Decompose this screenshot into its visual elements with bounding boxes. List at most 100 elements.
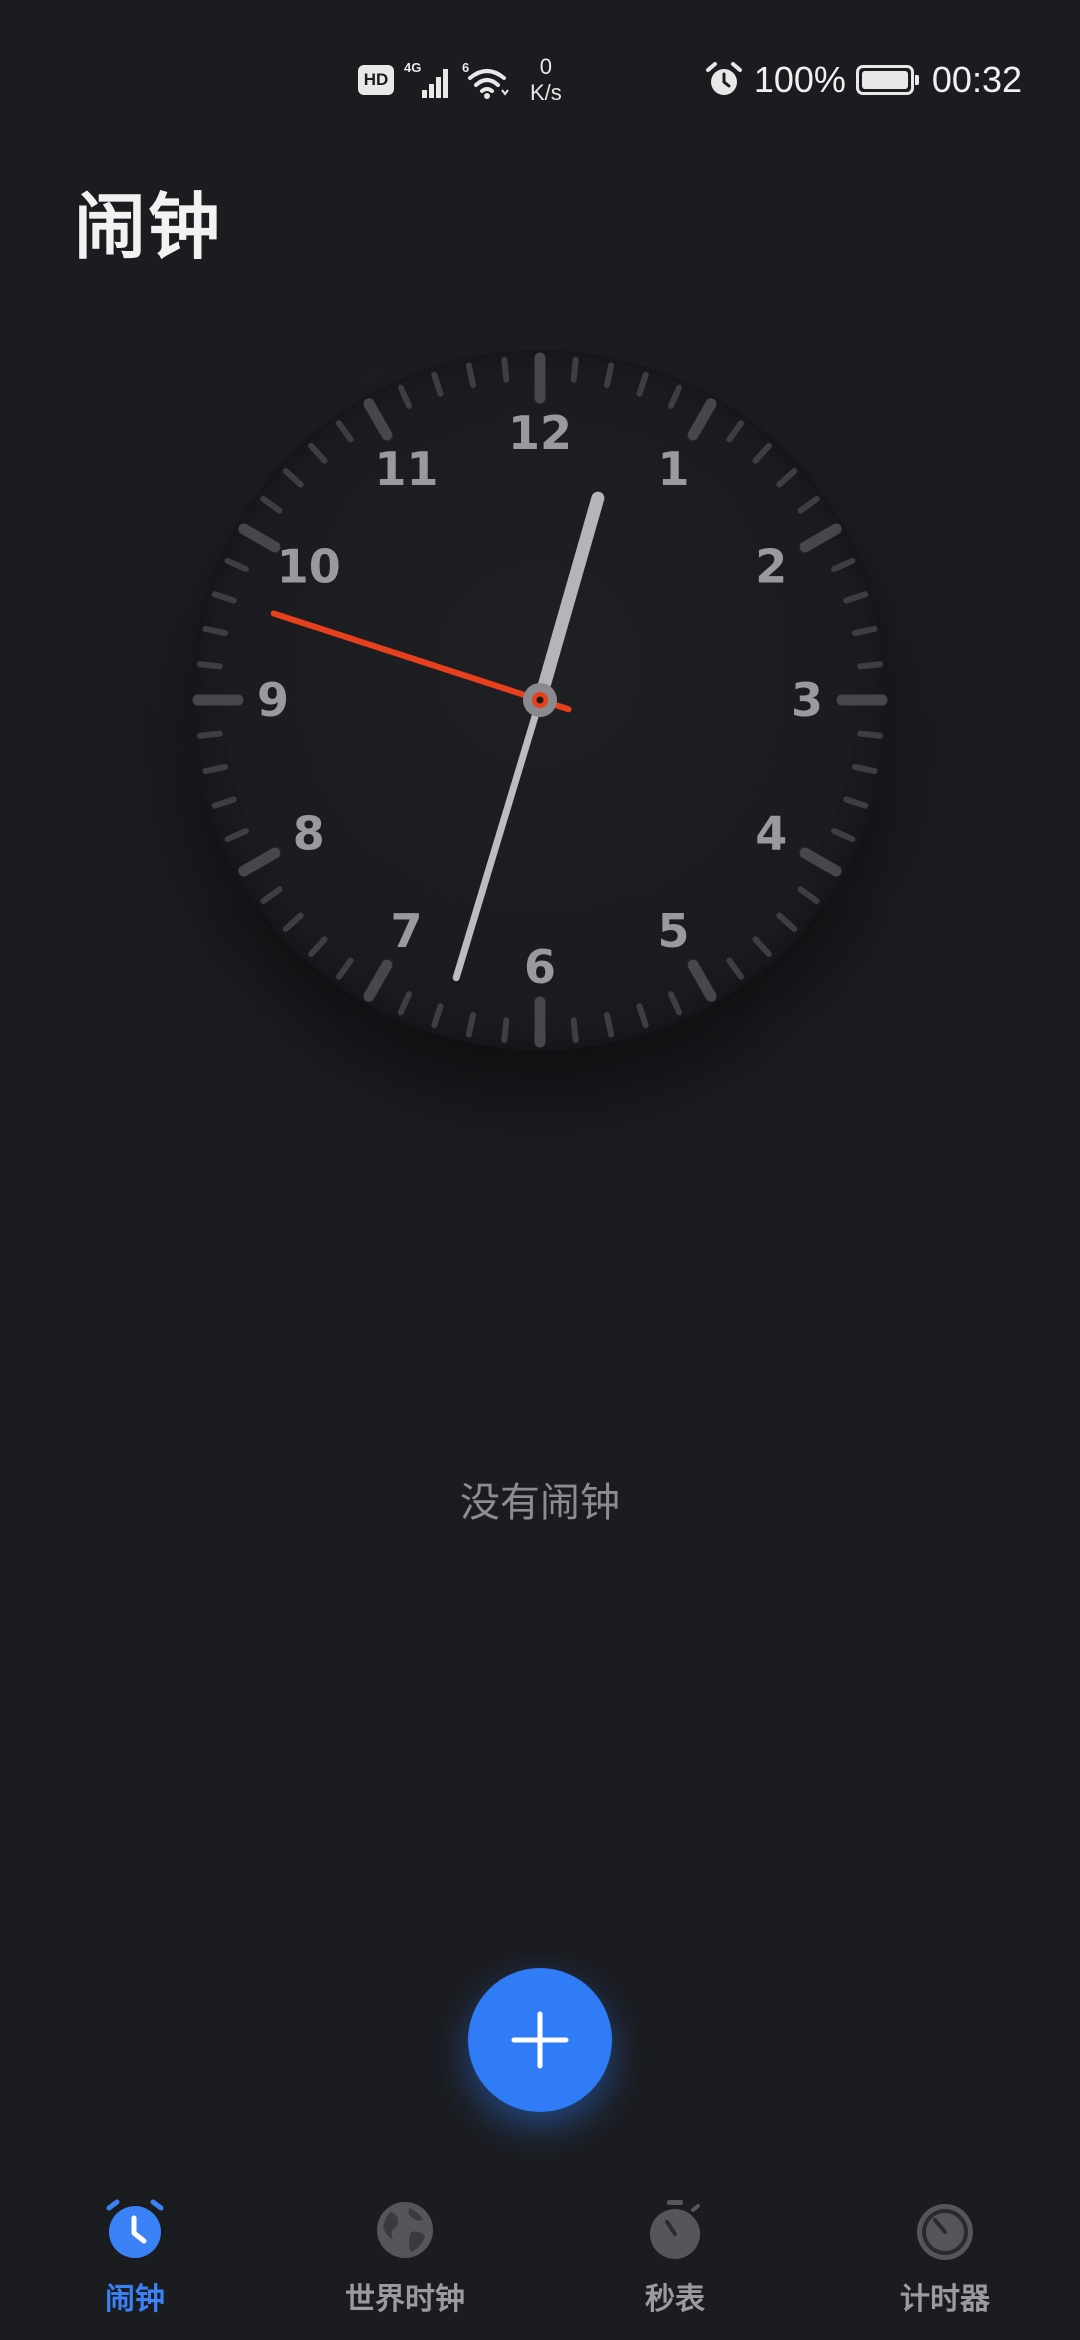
- clock-center-pin: [536, 696, 544, 704]
- minute-tick: [501, 1017, 510, 1044]
- hour-tick: [238, 523, 281, 553]
- minute-tick: [224, 557, 249, 573]
- timer-icon: [917, 2204, 973, 2260]
- minute-tick: [831, 557, 856, 573]
- battery-fill: [861, 71, 908, 89]
- battery-percent: 100%: [753, 59, 846, 100]
- hd-badge: HD: [358, 65, 394, 95]
- minute-tick: [752, 442, 772, 464]
- minute-tick: [397, 384, 413, 409]
- minute-tick: [726, 957, 745, 980]
- hour-tick: [799, 847, 842, 877]
- minute-tick: [465, 362, 477, 389]
- clock-number: 4: [755, 807, 787, 861]
- minute-tick: [603, 362, 615, 389]
- minute-tick: [636, 371, 649, 397]
- tab-world-clock-label: 世界时钟: [345, 2282, 465, 2317]
- clock-dial: 121234567891011: [192, 352, 888, 1048]
- wifi-icon: 6: [462, 60, 509, 99]
- minute-tick: [726, 420, 745, 443]
- analog-clock: 12 1 2 3 4 5 6 7 8 9 10 11: [150, 310, 930, 1090]
- tab-alarm-label: 闹钟: [105, 2282, 165, 2317]
- minute-tick: [196, 730, 223, 739]
- minute-tick: [851, 625, 878, 637]
- minute-tick: [260, 886, 283, 905]
- minute-tick: [857, 730, 884, 739]
- minute-tick: [465, 1011, 477, 1038]
- minute-tick: [797, 495, 820, 514]
- minute-tick: [570, 356, 579, 383]
- add-alarm-button[interactable]: [468, 1968, 612, 2112]
- minute-tick: [202, 763, 229, 775]
- clock-number: 3: [791, 673, 823, 727]
- minute-tick: [603, 1011, 615, 1038]
- tab-stopwatch-label: 秒表: [645, 2282, 705, 2317]
- minute-tick: [211, 796, 237, 809]
- hour-tick: [799, 523, 842, 553]
- hour-tick: [687, 959, 717, 1002]
- clock-number: 1: [657, 442, 689, 496]
- minute-tick: [776, 468, 798, 488]
- hour-tick: [238, 847, 281, 877]
- minute-tick: [776, 912, 798, 932]
- minute-tick: [397, 991, 413, 1016]
- clock-app-screen: HD 4G 6 0 K/s 100% 00:32 闹钟 12 1 2 3 4 5…: [0, 0, 1080, 2340]
- minute-tick: [335, 957, 354, 980]
- empty-state-text: 没有闹钟: [460, 1480, 620, 1526]
- network-speed-unit: K/s: [530, 80, 562, 105]
- minute-hand: [452, 696, 544, 982]
- bottom-nav: 闹钟 世界时钟 秒表 计时器: [0, 2180, 1080, 2340]
- minute-tick: [308, 936, 328, 958]
- tab-stopwatch[interactable]: 秒表: [540, 2180, 810, 2340]
- alarm-clock-icon: [106, 2199, 164, 2258]
- minute-tick: [843, 796, 869, 809]
- minute-tick: [501, 356, 510, 383]
- tab-alarm[interactable]: 闹钟: [0, 2180, 270, 2340]
- clock-number: 6: [524, 940, 556, 994]
- minute-tick: [851, 763, 878, 775]
- wifi-generation-label: 6: [462, 60, 469, 75]
- status-bar-left: HD 4G 6 0 K/s: [358, 52, 562, 108]
- cellular-signal-icon: 4G: [404, 60, 448, 98]
- plus-icon: [511, 2011, 569, 2069]
- hour-tick: [363, 959, 393, 1002]
- minute-tick: [282, 468, 304, 488]
- minute-tick: [667, 991, 683, 1016]
- minute-tick: [196, 661, 223, 670]
- status-bar: HD 4G 6 0 K/s 100% 00:32: [0, 0, 1080, 160]
- minute-tick: [752, 936, 772, 958]
- minute-tick: [202, 625, 229, 637]
- stopwatch-icon: [650, 2200, 700, 2259]
- clock-number: 8: [293, 807, 325, 861]
- status-time: 00:32: [931, 59, 1022, 100]
- minute-tick: [431, 371, 444, 397]
- page-title: 闹钟: [74, 185, 223, 269]
- clock-number: 9: [257, 673, 289, 727]
- tab-timer[interactable]: 计时器: [810, 2180, 1080, 2340]
- status-bar-right: 100% 00:32: [704, 52, 1022, 108]
- minute-tick: [667, 384, 683, 409]
- network-type-label: 4G: [404, 60, 421, 75]
- minute-tick: [224, 827, 249, 843]
- minute-tick: [636, 1003, 649, 1029]
- clock-number: 11: [374, 442, 438, 496]
- minute-tick: [431, 1003, 444, 1029]
- clock-number: 2: [755, 540, 787, 594]
- alarm-status-icon: [705, 62, 742, 95]
- minute-tick: [843, 591, 869, 604]
- hour-hand: [533, 491, 605, 707]
- globe-icon: [377, 2202, 433, 2258]
- network-speed: 0 K/s: [530, 54, 562, 106]
- hour-tick: [363, 398, 393, 441]
- clock-number: 5: [657, 904, 689, 958]
- minute-tick: [211, 591, 237, 604]
- network-speed-value: 0: [539, 54, 553, 79]
- minute-tick: [570, 1017, 579, 1044]
- minute-tick: [797, 886, 820, 905]
- clock-number: 12: [508, 406, 572, 460]
- clock-number: 7: [390, 904, 422, 958]
- minute-tick: [831, 827, 856, 843]
- minute-tick: [308, 442, 328, 464]
- tab-world-clock[interactable]: 世界时钟: [270, 2180, 540, 2340]
- minute-tick: [260, 495, 283, 514]
